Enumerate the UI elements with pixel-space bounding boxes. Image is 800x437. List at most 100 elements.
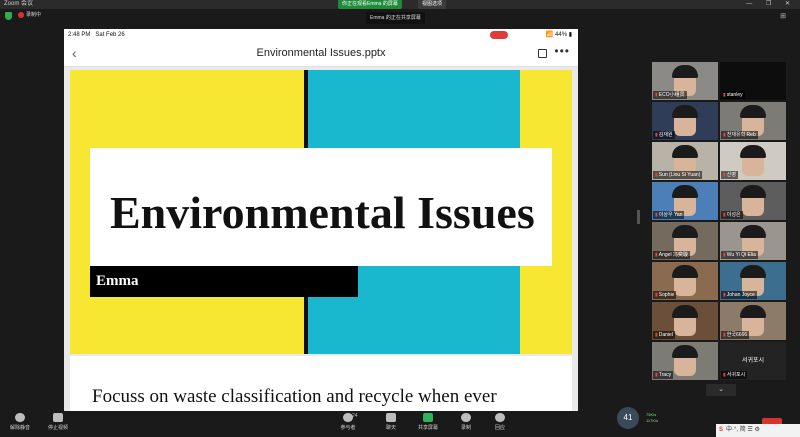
participant-tile[interactable]: ▮Sun (Liou Si Yuan): [652, 142, 718, 180]
recording-indicator: 录制中: [18, 10, 41, 21]
mic-muted-icon: ▮: [723, 332, 726, 338]
smiley-icon: [495, 413, 505, 422]
participant-hair: [672, 305, 698, 318]
participant-tile[interactable]: ▮Tracy: [652, 342, 718, 380]
video-camera-icon: [53, 413, 63, 422]
participant-name-text: Johan Joyce: [726, 292, 755, 298]
mic-muted-icon: ▮: [723, 212, 726, 218]
participant-tile[interactable]: ▮이성은: [720, 182, 786, 220]
participant-tile[interactable]: 서귀포시 ▮서귀포시: [720, 342, 786, 380]
participant-name-text: 천재유학 Reb: [726, 132, 756, 138]
mic-muted-icon: ▮: [723, 372, 726, 378]
chat-icon: [386, 413, 396, 422]
participant-name: ▮Tracy: [653, 371, 674, 379]
participant-hair: [740, 145, 766, 158]
view-options-button[interactable]: 视图选项: [418, 0, 447, 9]
share-screen-button[interactable]: 共享屏幕: [408, 413, 448, 431]
participant-name-text: 김재원: [658, 132, 673, 138]
participant-name: ▮Johan Joyce: [721, 291, 757, 299]
participant-tile[interactable]: ▮이상우 Yan: [652, 182, 718, 220]
sharing-notice: Emma 的正在共享屏幕: [366, 12, 425, 24]
screen-record-icon: [490, 31, 508, 39]
next-slide-text: Focuss on waste classification and recyc…: [92, 386, 497, 407]
participant-name: ▮한국6666: [721, 331, 750, 339]
participant-tile[interactable]: ▮stanley: [720, 62, 786, 100]
mic-muted-icon: ▮: [655, 92, 658, 98]
participant-hair: [740, 185, 766, 198]
gallery-view-icon[interactable]: ⊞: [780, 12, 786, 20]
participant-name-text: 한국6666: [726, 332, 748, 338]
record-dot-icon: [18, 11, 24, 18]
participant-name: ▮Daniel: [653, 331, 675, 339]
ime-toolbar[interactable]: S 中·°, 简 ☰ ⚙: [716, 424, 800, 437]
participant-hair: [672, 65, 698, 78]
mic-muted-icon: [15, 413, 25, 422]
participant-tile[interactable]: ▮Angel 冯奕璇: [652, 222, 718, 260]
participant-name: ▮김재원: [653, 131, 675, 139]
participant-hair: [740, 105, 766, 118]
slide-author: Emma: [96, 273, 139, 289]
participant-name-text: 이상우 Yan: [658, 212, 683, 218]
participant-hair: [740, 305, 766, 318]
participant-tile[interactable]: ▮Wu Yi Qi Elia: [720, 222, 786, 260]
mic-muted-icon: ▮: [655, 372, 658, 378]
reactions-button[interactable]: 回应: [480, 413, 520, 431]
status-time: 2:48 PM Sat Feb 26: [68, 32, 125, 38]
participant-name: ▮Wu Yi Qi Elia: [721, 251, 758, 259]
chat-button[interactable]: 聊天: [371, 413, 411, 431]
network-speed-readout: 75K/s 117K/s: [646, 412, 659, 423]
participant-name: ▮Sophie: [653, 291, 677, 299]
participant-name-center: 서귀포시: [741, 358, 765, 364]
participant-tile[interactable]: ▮김재원: [652, 102, 718, 140]
mic-muted-icon: ▮: [655, 212, 658, 218]
mic-muted-icon: ▮: [655, 132, 658, 138]
shield-icon[interactable]: [5, 12, 12, 20]
mic-muted-icon: ▮: [723, 252, 726, 258]
participant-name: ▮이상우 Yan: [653, 211, 685, 219]
participant-tile[interactable]: ▮천재유학 Reb: [720, 102, 786, 140]
participant-tile[interactable]: ▮ECO小组员: [652, 62, 718, 100]
participant-name-text: 신영: [726, 172, 736, 178]
participant-name: ▮천재유학 Reb: [721, 131, 758, 139]
unmute-button[interactable]: 解除静音: [0, 413, 40, 431]
battery-level: 📶 44% ▮: [545, 32, 572, 38]
participant-hair: [740, 265, 766, 278]
participant-tile[interactable]: ▮Sophie: [652, 262, 718, 300]
participant-tile[interactable]: ▮Daniel: [652, 302, 718, 340]
mic-muted-icon: ▮: [655, 292, 658, 298]
stop-video-button[interactable]: 停止视频: [38, 413, 78, 431]
participant-hair: [740, 225, 766, 238]
mic-muted-icon: ▮: [655, 332, 658, 338]
window-title: Zoom 会议: [4, 1, 34, 7]
document-title: Environmental Issues.pptx: [256, 47, 386, 59]
participant-name-text: 서귀포시: [726, 372, 746, 378]
mic-muted-icon: ▮: [723, 132, 726, 138]
chevron-down-icon[interactable]: ⌄: [706, 384, 736, 396]
mic-muted-icon: ▮: [723, 292, 726, 298]
record-icon: [461, 413, 471, 422]
participant-tile[interactable]: ▮한국6666: [720, 302, 786, 340]
participant-name-text: 이성은: [726, 212, 741, 218]
network-speed-badge: 41: [617, 407, 639, 429]
slide-title: Environmental Issues: [110, 187, 535, 238]
mic-muted-icon: ▮: [723, 172, 726, 178]
more-icon[interactable]: •••: [554, 44, 570, 58]
participant-name: ▮stanley: [721, 91, 745, 99]
participants-count: 24: [352, 413, 358, 419]
participant-name: ▮Sun (Liou Si Yuan): [653, 171, 703, 179]
mic-muted-icon: ▮: [655, 252, 658, 258]
meeting-toolbar: 解除静音 停止视频 24 参与者 聊天 共享屏幕 录制 回应: [0, 411, 800, 437]
participant-name-text: Tracy: [658, 372, 672, 378]
splitter-handle[interactable]: [637, 210, 640, 224]
participant-tile[interactable]: ▮신영: [720, 142, 786, 180]
participant-name: ▮Angel 冯奕璇: [653, 251, 690, 259]
window-controls[interactable]: — ❐ ✕: [746, 0, 796, 9]
title-box: Environmental Issues: [90, 148, 552, 266]
slide-view-icon[interactable]: [538, 49, 547, 58]
participant-tile[interactable]: ▮Johan Joyce: [720, 262, 786, 300]
screen-share-banner: 你正在观看Emma 的屏幕: [338, 0, 402, 9]
ipad-status-bar: 2:48 PM Sat Feb 26 📶 44% ▮: [64, 29, 578, 41]
participants-button[interactable]: 24 参与者: [328, 413, 368, 431]
participant-hair: [672, 225, 698, 238]
share-screen-icon: [423, 413, 433, 422]
